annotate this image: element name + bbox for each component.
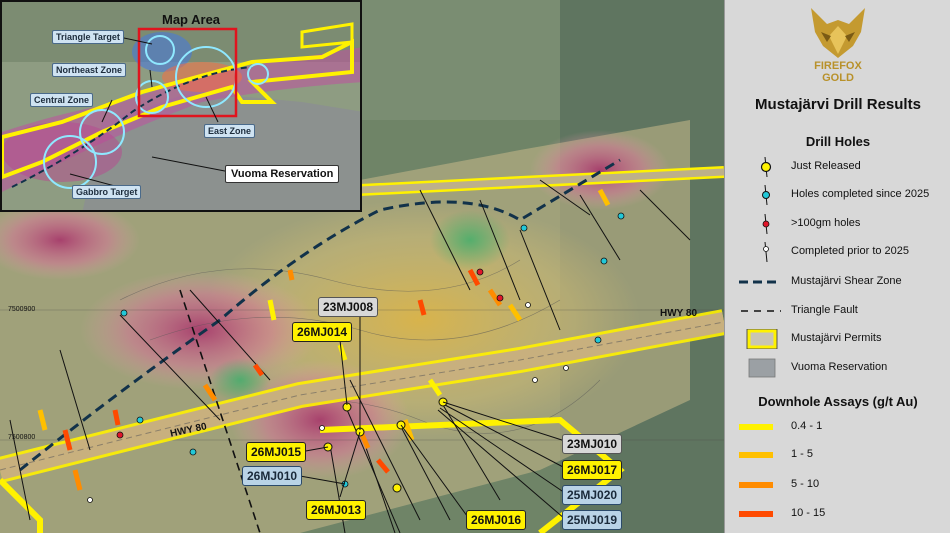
inset-label-central-zone: Central Zone [30,93,94,107]
highway-label: HWY 80 [660,308,698,319]
drill-holes-heading: Drill Holes [805,134,871,149]
legend-panel: FIREFOX GOLD Mustajärvi Drill Results Dr… [724,0,950,533]
legend-assay-3: 5 - 10 [725,475,950,495]
drill-callout-25MJ019[interactable]: 25MJ019 [562,510,623,530]
legend-item-vuoma-reservation: Vuoma Reservation [725,358,950,378]
logo-word-firefox: FIREFOX [814,60,862,72]
logo-word-gold: GOLD [822,72,854,84]
legend-item-over-100gm: >100gm holes [725,214,950,234]
drill-callout-25MJ020[interactable]: 25MJ020 [562,485,623,505]
inset-label-gabbro-target: Gabbro Target [72,185,142,199]
assay-swatch [739,424,773,430]
legend-item-since-2025: Holes completed since 2025 [725,185,950,205]
over-100gm-icon [762,214,770,234]
drill-callout-26MJ013[interactable]: 26MJ013 [306,500,367,520]
just-released-icon [760,157,772,177]
legend-assay-2: 1 - 5 [725,445,950,465]
drill-callout-26MJ017[interactable]: 26MJ017 [562,460,623,480]
prior-2025-icon [763,242,769,262]
drill-callout-26MJ015[interactable]: 26MJ015 [246,442,307,462]
inset-label-east-zone: East Zone [204,124,256,138]
drill-callout-26MJ014[interactable]: 26MJ014 [292,322,353,342]
firefox-gold-logo [811,8,865,58]
vuoma-reservation-icon [748,358,776,378]
triangle-fault-icon [741,310,781,312]
northing-label: 7500800 [8,434,36,441]
drill-callout-26MJ016[interactable]: 26MJ016 [466,510,527,530]
since-2025-icon [762,185,770,205]
inset-label-triangle-target: Triangle Target [52,30,124,44]
logo-text: FIREFOX GOLD [725,60,950,84]
drill-callout-23MJ010[interactable]: 23MJ010 [562,434,623,454]
legend-item-triangle-fault: Triangle Fault [725,301,950,321]
northing-label: 7500900 [8,306,36,313]
inset-label-northeast-zone: Northeast Zone [52,63,127,77]
shear-zone-icon [739,280,781,284]
legend-item-prior-2025: Completed prior to 2025 [725,242,950,262]
drill-callout-26MJ010[interactable]: 26MJ010 [242,466,303,486]
drill-map: HWY 80 HWY 80 7500900 7500800 23MJ008 26… [0,0,724,533]
inset-title: Map Area [162,12,221,27]
legend-item-just-released: Just Released [725,157,950,177]
inset-map: Map Area Triangle Target Northeast Zone … [0,0,362,212]
permits-icon [746,329,778,349]
assay-swatch [739,511,773,517]
assay-swatch [739,482,773,488]
assay-swatch [739,452,773,458]
legend-assay-1: 0.4 - 1 [725,417,950,437]
assays-heading: Downhole Assays (g/t Au) [758,394,918,409]
legend-item-permits: Mustajärvi Permits [725,329,950,349]
inset-label-vuoma-reservation: Vuoma Reservation [225,165,340,183]
legend-item-shear-zone: Mustajärvi Shear Zone [725,272,950,292]
drill-callout-23MJ008[interactable]: 23MJ008 [318,297,379,317]
legend-assay-4: 10 - 15 [725,504,950,524]
legend-title: Mustajärvi Drill Results [755,96,921,113]
